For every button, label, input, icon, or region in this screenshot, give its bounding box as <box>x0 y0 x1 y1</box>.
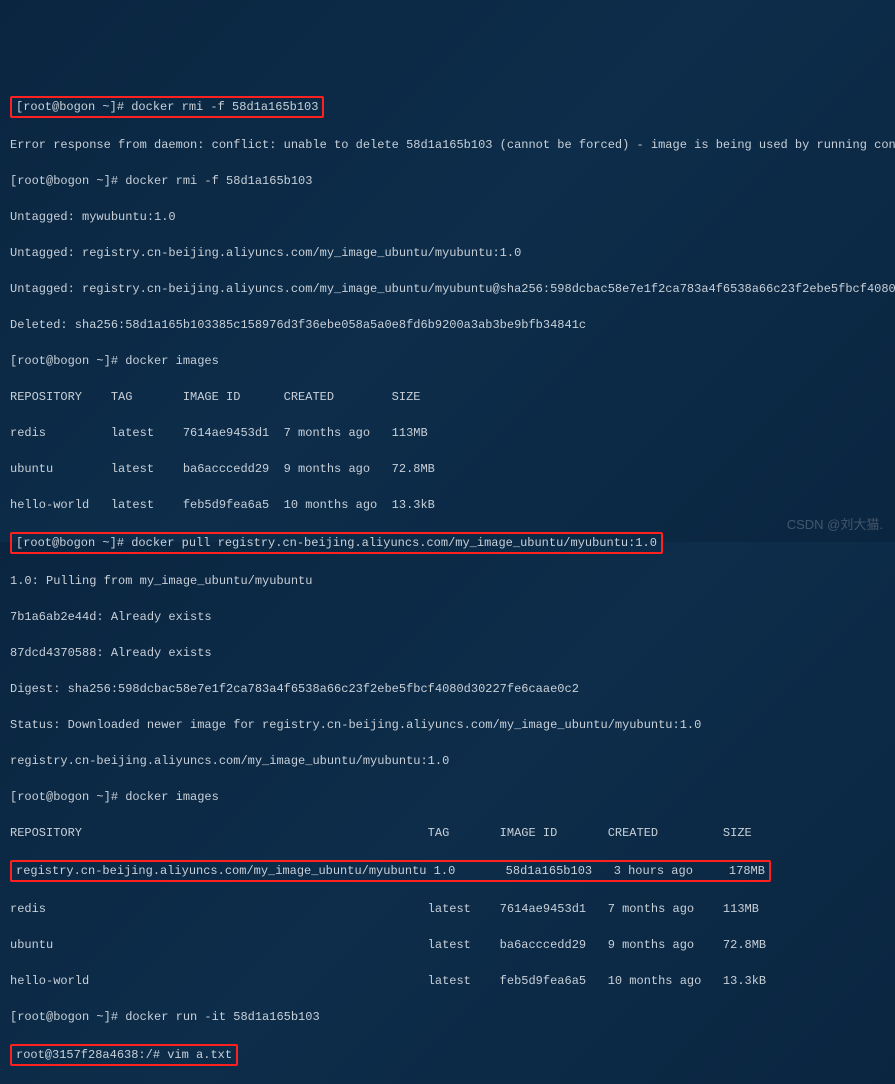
pull-layer2: 87dcd4370588: Already exists <box>10 644 885 662</box>
images1-row: hello-world latest feb5d9fea6a5 10 month… <box>10 496 885 514</box>
prompt: [root@bogon ~]# <box>16 536 131 550</box>
images2-row-hl: registry.cn-beijing.aliyuncs.com/my_imag… <box>10 860 885 882</box>
cmd-vim-highlight: root@3157f28a4638:/# vim a.txt <box>10 1044 238 1066</box>
images2-row: ubuntu latest ba6acccedd29 9 months ago … <box>10 936 885 954</box>
output-deleted: Deleted: sha256:58d1a165b103385c158976d3… <box>10 316 885 334</box>
pull-pulling: 1.0: Pulling from my_image_ubuntu/myubun… <box>10 572 885 590</box>
pull-ref: registry.cn-beijing.aliyuncs.com/my_imag… <box>10 752 885 770</box>
cmd-pull-highlight: [root@bogon ~]# docker pull registry.cn-… <box>10 532 663 554</box>
images1-row: redis latest 7614ae9453d1 7 months ago 1… <box>10 424 885 442</box>
pull-status: Status: Downloaded newer image for regis… <box>10 716 885 734</box>
images1-header: REPOSITORY TAG IMAGE ID CREATED SIZE <box>10 388 885 406</box>
prompt: [root@bogon ~]# <box>10 1010 125 1024</box>
cmd-rmi[interactable]: docker rmi -f 58d1a165b103 <box>131 100 318 114</box>
images2-header: REPOSITORY TAG IMAGE ID CREATED SIZE <box>10 824 885 842</box>
prompt: [root@bogon ~]# <box>10 354 125 368</box>
images2-row: hello-world latest feb5d9fea6a5 10 month… <box>10 972 885 990</box>
prompt: [root@bogon ~]# <box>10 790 125 804</box>
cmd-rmi-highlight: [root@bogon ~]# docker rmi -f 58d1a165b1… <box>10 96 324 118</box>
prompt: [root@bogon ~]# <box>16 100 131 114</box>
error-line: Error response from daemon: conflict: un… <box>10 136 885 154</box>
pull-digest: Digest: sha256:598dcbac58e7e1f2ca783a4f6… <box>10 680 885 698</box>
container-prompt: root@3157f28a4638:/# <box>16 1048 167 1062</box>
images1-row: ubuntu latest ba6acccedd29 9 months ago … <box>10 460 885 478</box>
cmd-images2[interactable]: docker images <box>125 790 219 804</box>
cmd-images1[interactable]: docker images <box>125 354 219 368</box>
output-untag3: Untagged: registry.cn-beijing.aliyuncs.c… <box>10 280 885 298</box>
prompt: [root@bogon ~]# <box>10 174 125 188</box>
cmd-vim[interactable]: vim a.txt <box>167 1048 232 1062</box>
cmd-run[interactable]: docker run -it 58d1a165b103 <box>125 1010 319 1024</box>
pull-layer1: 7b1a6ab2e44d: Already exists <box>10 608 885 626</box>
cmd-rmi2[interactable]: docker rmi -f 58d1a165b103 <box>125 174 312 188</box>
watermark: CSDN @刘大猫. <box>787 515 883 535</box>
output-untag2: Untagged: registry.cn-beijing.aliyuncs.c… <box>10 244 885 262</box>
output-untag1: Untagged: mywubuntu:1.0 <box>10 208 885 226</box>
images2-row: redis latest 7614ae9453d1 7 months ago 1… <box>10 900 885 918</box>
cmd-pull[interactable]: docker pull registry.cn-beijing.aliyuncs… <box>131 536 657 550</box>
